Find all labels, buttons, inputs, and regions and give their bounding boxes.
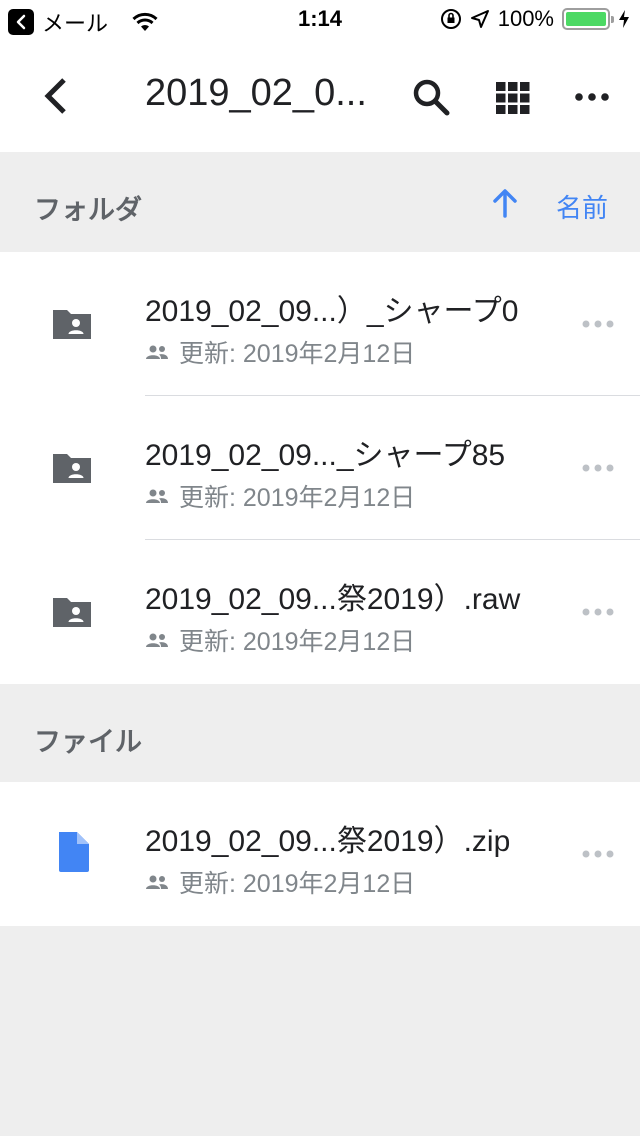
folder-name: 2019_02_09...）_シャープ0 <box>145 295 519 328</box>
search-icon <box>413 79 450 116</box>
battery-percent: 100% <box>497 6 554 31</box>
more-horizontal-icon <box>575 93 609 101</box>
folder-meta: 更新: 2019年2月12日 <box>145 478 415 514</box>
files-section-header: ファイル <box>0 684 640 782</box>
sort-by-name-button[interactable]: 名前 <box>556 188 608 225</box>
app-header: 2019_02_0... <box>0 40 640 152</box>
people-icon <box>146 875 168 889</box>
shared-folder-icon <box>53 598 91 627</box>
charging-icon <box>619 10 629 28</box>
folder-modified: 更新: 2019年2月12日 <box>179 628 416 656</box>
files-section-title: ファイル <box>34 727 142 757</box>
folders-section-title: フォルダ <box>34 195 142 225</box>
grid-view-button[interactable] <box>494 78 532 116</box>
search-button[interactable] <box>410 76 452 118</box>
folder-item[interactable]: 2019_02_09...）_シャープ0 更新: 2019年2月12日 <box>0 252 640 396</box>
folder-meta: 更新: 2019年2月12日 <box>145 622 415 658</box>
file-name: 2019_02_09...祭2019）.zip <box>145 825 511 858</box>
more-horizontal-icon[interactable] <box>578 312 618 336</box>
more-horizontal-icon[interactable] <box>578 456 618 480</box>
file-item[interactable]: 2019_02_09...祭2019）.zip 更新: 2019年2月12日 <box>0 782 640 926</box>
orientation-lock-icon <box>440 9 461 29</box>
folder-meta: 更新: 2019年2月12日 <box>145 334 415 370</box>
folder-item[interactable]: 2019_02_09...祭2019）.raw 更新: 2019年2月12日 <box>0 540 640 684</box>
file-meta: 更新: 2019年2月12日 <box>145 864 415 900</box>
more-options-button[interactable] <box>572 78 612 116</box>
folder-name: 2019_02_09..._シャープ85 <box>145 439 506 472</box>
file-icon <box>59 832 89 872</box>
arrow-up-icon <box>493 189 517 218</box>
sort-direction-button[interactable] <box>488 186 522 220</box>
status-bar-right: 100% <box>440 6 630 32</box>
grid-view-icon <box>496 82 530 114</box>
folder-modified: 更新: 2019年2月12日 <box>179 484 416 512</box>
shared-folder-icon <box>53 454 91 483</box>
battery-icon <box>562 8 614 30</box>
chevron-left-icon <box>44 78 66 114</box>
folder-list: 2019_02_09...）_シャープ0 更新: 2019年2月12日 2019… <box>0 252 640 684</box>
file-modified: 更新: 2019年2月12日 <box>179 870 416 898</box>
people-icon <box>146 345 168 359</box>
folder-item[interactable]: 2019_02_09..._シャープ85 更新: 2019年2月12日 <box>0 396 640 540</box>
back-button[interactable] <box>36 74 80 118</box>
file-list: 2019_02_09...祭2019）.zip 更新: 2019年2月12日 <box>0 782 640 926</box>
more-horizontal-icon[interactable] <box>578 842 618 866</box>
folders-section-header: フォルダ 名前 <box>0 152 640 252</box>
shared-folder-icon <box>53 310 91 339</box>
battery-fill <box>566 12 606 26</box>
more-horizontal-icon[interactable] <box>578 600 618 624</box>
location-icon <box>470 10 489 28</box>
people-icon <box>146 489 168 503</box>
people-icon <box>146 633 168 647</box>
folder-modified: 更新: 2019年2月12日 <box>179 340 416 368</box>
folder-name: 2019_02_09...祭2019）.raw <box>145 583 521 616</box>
status-bar: メール 1:14 100% <box>0 0 640 40</box>
page-title: 2019_02_0... <box>145 72 367 114</box>
